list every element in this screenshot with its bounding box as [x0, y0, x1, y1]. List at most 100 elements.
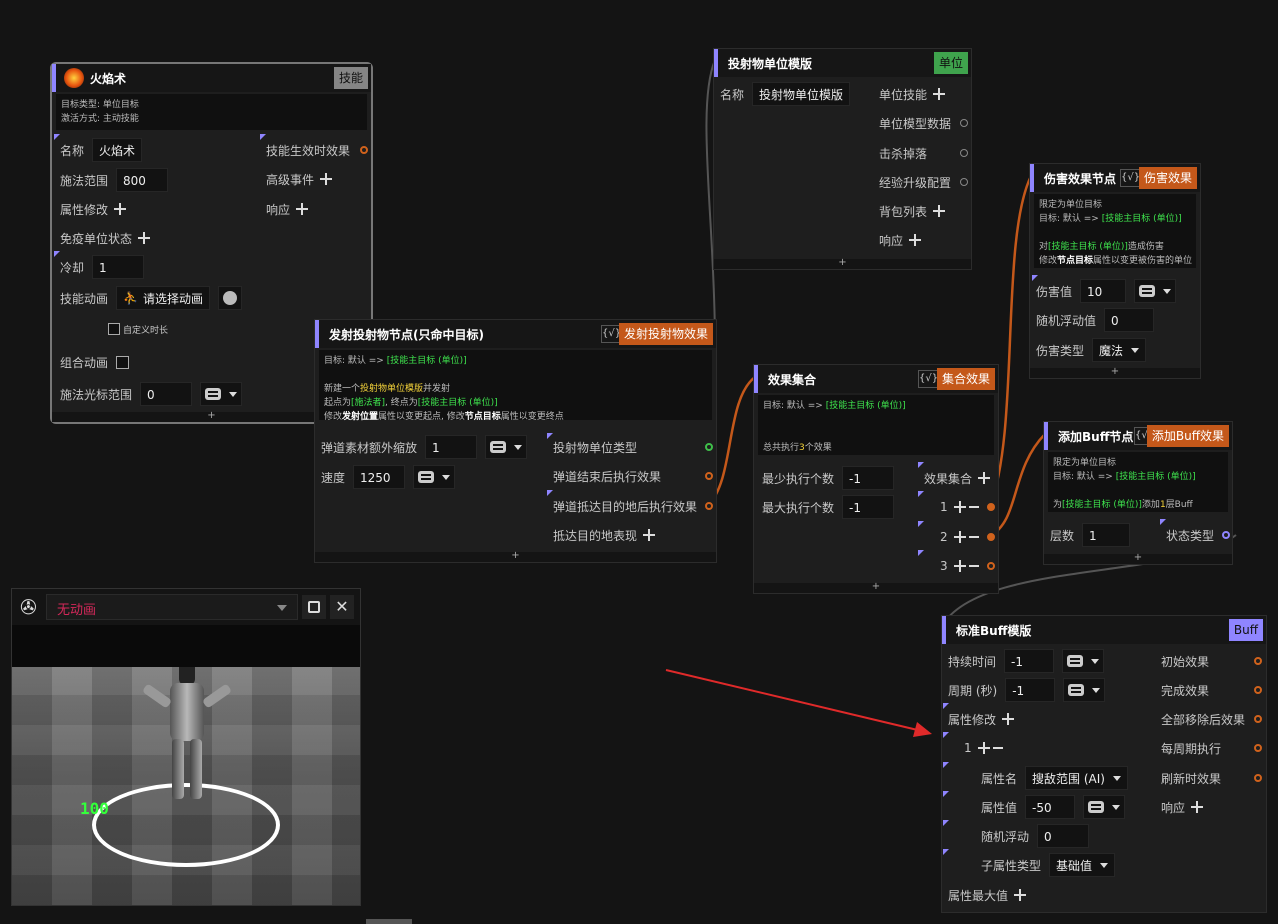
- add-max-button[interactable]: [1014, 889, 1027, 901]
- add-button[interactable]: [953, 560, 966, 572]
- node-header[interactable]: 投射物单位模版 单位: [714, 49, 971, 77]
- period-mode-dropdown[interactable]: [1063, 678, 1106, 702]
- remove-button[interactable]: [968, 531, 979, 543]
- add-response-button[interactable]: [1191, 801, 1204, 813]
- node-header[interactable]: 火焰术 技能: [52, 64, 371, 92]
- add-response-button[interactable]: [909, 234, 922, 246]
- node-title: 添加Buff节点: [1058, 429, 1134, 444]
- add-immune-button[interactable]: [138, 232, 151, 244]
- anim-menu-button[interactable]: [217, 286, 242, 310]
- validate-button[interactable]: {√}: [1120, 169, 1140, 187]
- damage-effect-node[interactable]: 伤害效果节点 {√} 伤害效果 限定为单位目标 目标: 默认 => [技能主目标…: [1029, 163, 1201, 379]
- immune-row: 免疫单位状态: [60, 226, 151, 250]
- node-header[interactable]: 效果集合 {√} 集合效果: [754, 365, 998, 393]
- set-item-3-port[interactable]: [987, 562, 995, 570]
- period-input[interactable]: -1: [1005, 678, 1056, 702]
- combo-checkbox[interactable]: [116, 355, 130, 369]
- scale-row: 弹道素材额外缩放 1: [321, 435, 528, 459]
- standard-buff-template-node[interactable]: 标准Buff模版 Buff 持续时间 -1 周期 (秒) -1 属性修改 1 属性名…: [941, 615, 1267, 913]
- node-header[interactable]: 伤害效果节点 {√} 伤害效果: [1030, 164, 1200, 192]
- add-set-button[interactable]: [978, 472, 991, 484]
- kill-drop-port[interactable]: [960, 149, 968, 157]
- out-arrive-port[interactable]: [705, 502, 713, 510]
- add-button[interactable]: [977, 742, 990, 754]
- horizontal-scrollbar[interactable]: [366, 919, 412, 924]
- maximize-button[interactable]: [302, 595, 326, 619]
- anim-select[interactable]: ⛹ 请选择动画: [116, 286, 210, 310]
- name-input[interactable]: 投射物单位模版: [752, 82, 851, 106]
- period-exec-port[interactable]: [1254, 744, 1262, 752]
- out-effect-port[interactable]: [360, 146, 368, 154]
- name-input[interactable]: 火焰术: [92, 138, 143, 162]
- state-type-port[interactable]: [1222, 531, 1230, 539]
- out-end-port[interactable]: [705, 472, 713, 480]
- add-buff-node[interactable]: 添加Buff节点 {√} 添加Buff效果 限定为单位目标 目标: 默认 => …: [1043, 421, 1233, 565]
- out-arrive-label: 弹道抵达目的地后执行效果: [553, 499, 698, 514]
- model-data-port[interactable]: [960, 119, 968, 127]
- 3d-viewport[interactable]: 100: [12, 667, 360, 905]
- finish-effect-port[interactable]: [1254, 686, 1262, 694]
- refresh-port[interactable]: [1254, 774, 1262, 782]
- duration-row: 持续时间 -1: [948, 649, 1105, 673]
- attr-rand-input[interactable]: 0: [1037, 824, 1090, 848]
- add-skill-button[interactable]: [933, 88, 946, 100]
- add-event-button[interactable]: [320, 173, 333, 185]
- scale-input[interactable]: 1: [425, 435, 478, 459]
- cooldown-input[interactable]: 1: [92, 255, 145, 279]
- effect-set-node[interactable]: 效果集合 {√} 集合效果 目标: 默认 => [技能主目标 (单位)] 总共执…: [753, 364, 999, 594]
- add-footer[interactable]: +: [1030, 367, 1200, 378]
- node-header[interactable]: 添加Buff节点 {√} 添加Buff效果: [1044, 422, 1232, 450]
- attr-sub-select[interactable]: 基础值: [1049, 853, 1116, 877]
- exp-port[interactable]: [960, 178, 968, 186]
- remove-button[interactable]: [968, 560, 979, 572]
- layer-input[interactable]: 1: [1082, 523, 1131, 547]
- damage-type-select[interactable]: 魔法: [1092, 338, 1147, 362]
- close-button[interactable]: ✕: [330, 595, 354, 619]
- add-footer[interactable]: +: [714, 258, 971, 269]
- add-footer[interactable]: +: [1044, 553, 1232, 564]
- validate-button[interactable]: {√}: [918, 370, 938, 388]
- scale-mode-dropdown[interactable]: [485, 435, 528, 459]
- attr-value-input[interactable]: -50: [1025, 795, 1076, 819]
- init-effect-port[interactable]: [1254, 657, 1262, 665]
- projectile-template-node[interactable]: 投射物单位模版 单位 名称 投射物单位模版 单位技能 单位模型数据 击杀掉落 经验…: [713, 48, 972, 270]
- add-attr-button[interactable]: [1002, 713, 1015, 725]
- speed-mode-dropdown[interactable]: [413, 465, 456, 489]
- node-header[interactable]: 发射投射物节点(只命中目标) {√} 发射投射物效果: [315, 320, 716, 348]
- max-input[interactable]: -1: [842, 495, 895, 519]
- add-response-button[interactable]: [296, 203, 309, 215]
- add-button[interactable]: [953, 501, 966, 513]
- node-header[interactable]: 标准Buff模版 Buff: [942, 616, 1266, 644]
- min-input[interactable]: -1: [842, 466, 895, 490]
- refresh-label: 刷新时效果: [1161, 771, 1222, 786]
- cursor-mode-dropdown[interactable]: [200, 382, 243, 406]
- node-description: 目标: 默认 => [技能主目标 (单位)] 总共执行3个效果: [758, 395, 994, 455]
- cursor-input[interactable]: 0: [140, 382, 193, 406]
- add-footer[interactable]: +: [754, 582, 998, 593]
- launch-projectile-node[interactable]: 发射投射物节点(只命中目标) {√} 发射投射物效果 目标: 默认 => [技能…: [314, 319, 717, 563]
- animation-select[interactable]: 无动画: [46, 594, 298, 620]
- rand-input[interactable]: 0: [1104, 308, 1155, 332]
- damage-mode-dropdown[interactable]: [1134, 279, 1177, 303]
- duration-mode-dropdown[interactable]: [1062, 649, 1105, 673]
- attr-name-select[interactable]: 搜敌范围 (AI): [1025, 766, 1128, 790]
- add-attr-button[interactable]: [114, 203, 127, 215]
- add-backpack-button[interactable]: [933, 205, 946, 217]
- speed-input[interactable]: 1250: [353, 465, 406, 489]
- out-type-port[interactable]: [705, 443, 713, 451]
- custom-time-checkbox[interactable]: [108, 323, 120, 335]
- node-graph-canvas[interactable]: 火焰术 技能 目标类型: 单位目标 激活方式: 主动技能 名称 火焰术 施法范围 8…: [0, 0, 1278, 924]
- attr-value-mode-dropdown[interactable]: [1083, 795, 1126, 819]
- remove-all-port[interactable]: [1254, 715, 1262, 723]
- range-input[interactable]: 800: [116, 168, 169, 192]
- remove-button[interactable]: [992, 742, 1003, 754]
- damage-input[interactable]: 10: [1080, 279, 1127, 303]
- set-item-1-port[interactable]: [987, 503, 995, 511]
- duration-input[interactable]: -1: [1004, 649, 1055, 673]
- add-perf-button[interactable]: [643, 529, 656, 541]
- set-item-2-port[interactable]: [987, 533, 995, 541]
- add-button[interactable]: [953, 531, 966, 543]
- animation-preview-panel[interactable]: ✇ 无动画 ✕ 100: [11, 588, 361, 906]
- add-footer[interactable]: +: [315, 551, 716, 562]
- remove-button[interactable]: [968, 501, 979, 513]
